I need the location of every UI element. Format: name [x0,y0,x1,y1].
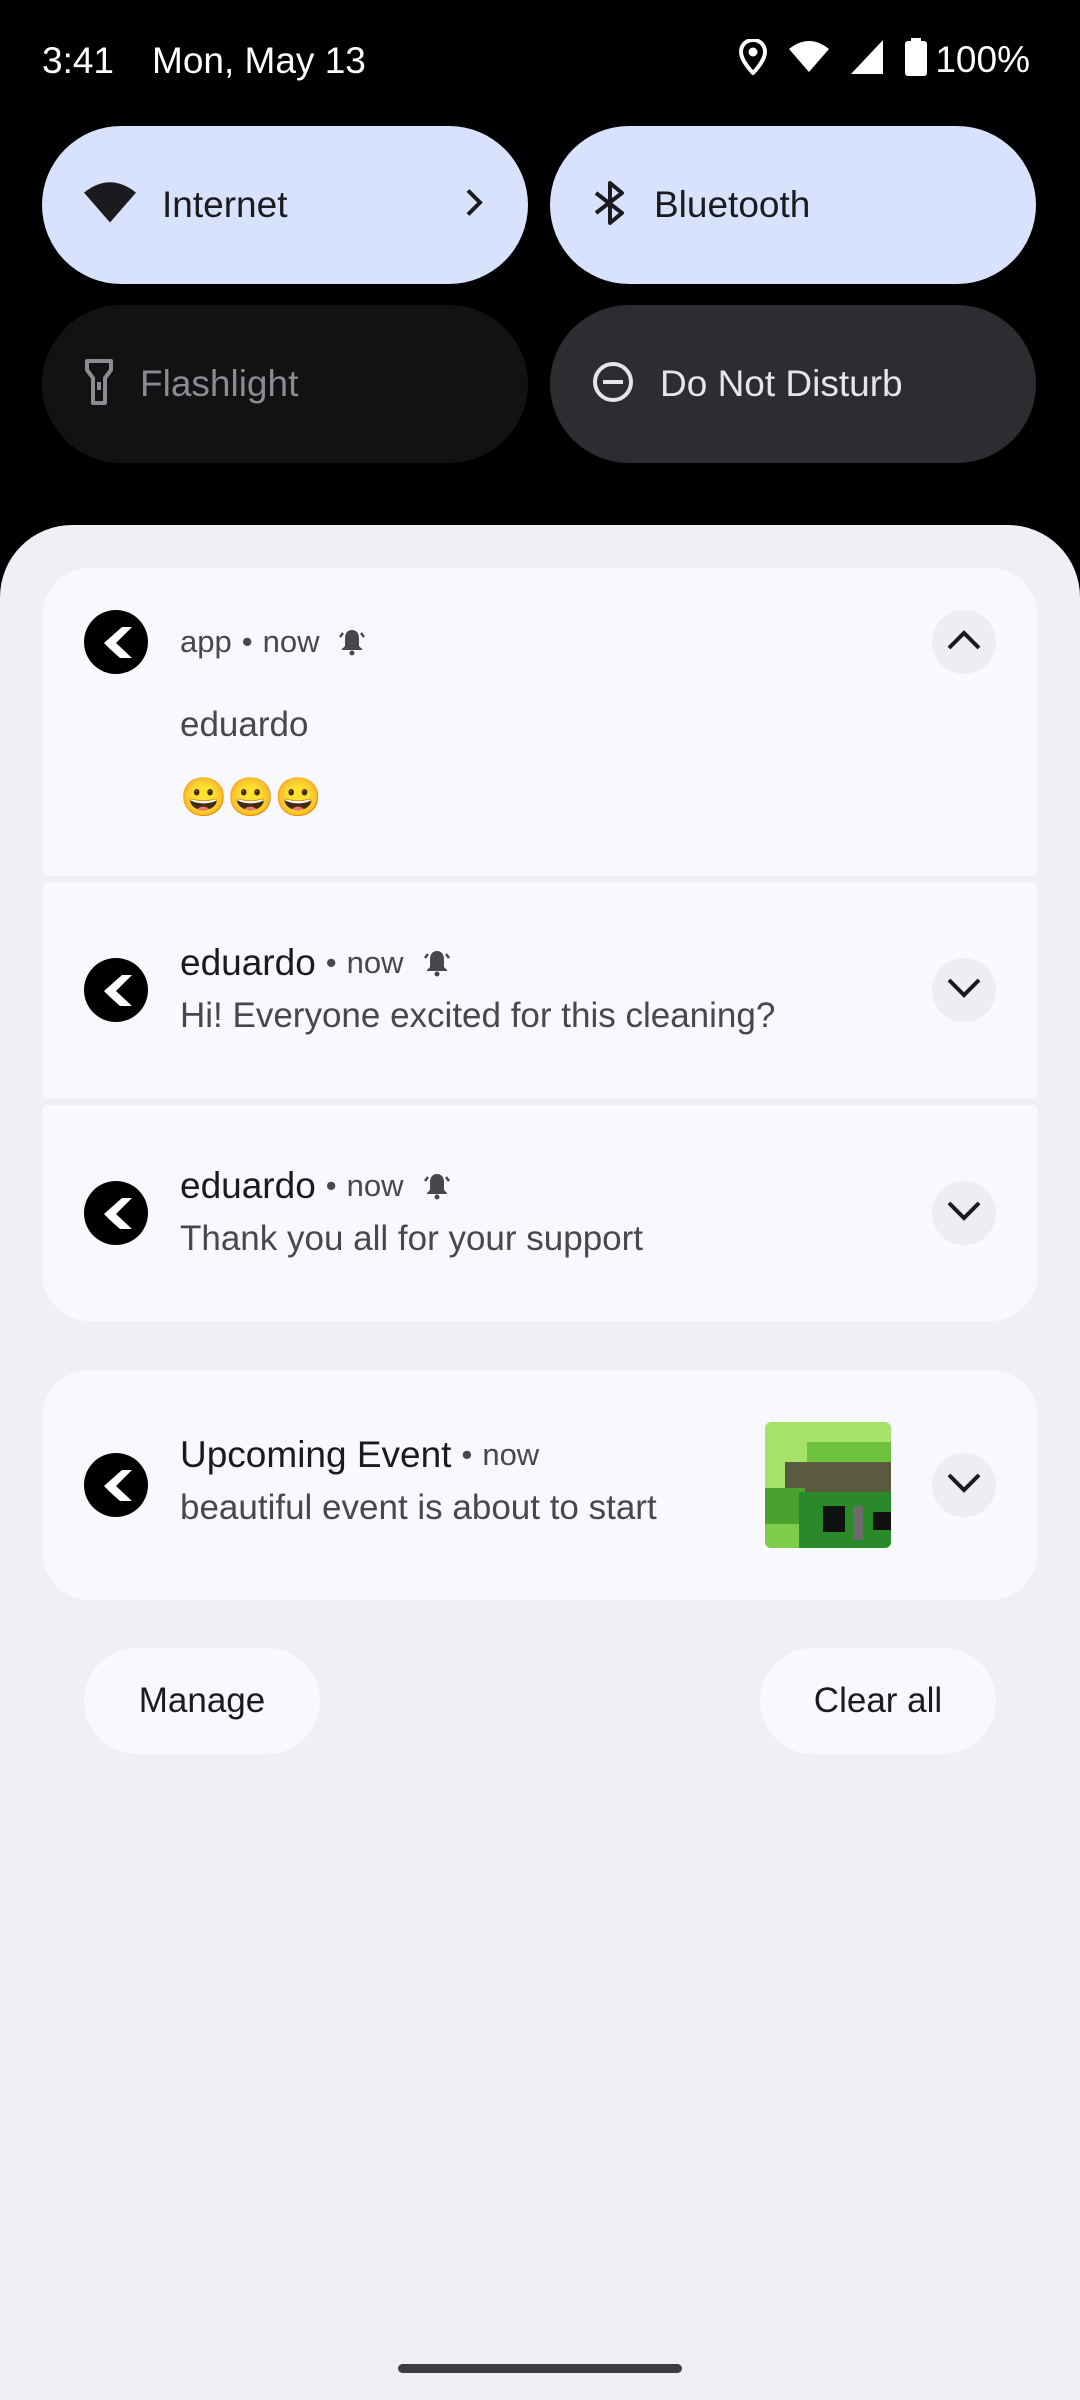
wifi-icon [84,181,136,229]
notification-title: Upcoming Event [180,1434,452,1475]
status-bar: 3:41 Mon, May 13 100% [0,0,1080,126]
bell-icon [422,948,452,978]
notification-meta: eduardo • now [180,942,452,984]
battery-percent: 100% [935,38,1030,80]
bell-icon [337,627,367,657]
tile-label: Do Not Disturb [660,363,903,404]
battery-icon [905,38,928,81]
chevron-down-icon [946,1472,982,1499]
tile-label: Bluetooth [654,184,811,225]
tile-do-not-disturb[interactable]: Do Not Disturb [550,305,1036,463]
status-icons: 100% [739,37,1030,81]
timestamp: now [346,1168,404,1203]
notification-item[interactable]: eduardo • now Thank you all for your sup… [42,1105,1038,1321]
bluetooth-icon [592,179,628,232]
timestamp: now [482,1437,540,1472]
bell-icon [422,1171,452,1201]
collapse-button[interactable] [932,610,996,674]
tile-flashlight[interactable]: Flashlight [42,305,528,463]
app-name: app [180,624,232,659]
expand-button[interactable] [932,1453,996,1517]
tile-internet[interactable]: Internet [42,126,528,284]
location-icon [739,37,768,80]
manage-button[interactable]: Manage [84,1648,320,1754]
notification-title: eduardo [180,942,316,983]
do-not-disturb-icon [592,361,634,408]
expand-button[interactable] [932,1181,996,1245]
app-icon [84,958,148,1022]
gesture-handle[interactable] [398,2364,682,2373]
clear-all-button[interactable]: Clear all [760,1648,996,1754]
date: Mon, May 13 [152,40,366,81]
tile-bluetooth[interactable]: Bluetooth [550,126,1036,284]
event-thumbnail [765,1422,891,1548]
notification-group-header[interactable]: app • now eduardo 😀😀😀 [42,568,1038,876]
notification-title: eduardo [180,705,309,744]
chevron-right-icon [464,188,484,223]
notification-item[interactable]: eduardo • now Hi! Everyone excited for t… [42,882,1038,1098]
app-icon [84,610,148,674]
notification-body: Hi! Everyone excited for this cleaning? [180,996,776,1035]
notification-meta: app • now [180,624,367,660]
notification-event[interactable]: Upcoming Event • now beautiful event is … [42,1370,1038,1600]
wifi-icon [789,41,830,78]
tile-label: Flashlight [140,363,299,404]
notification-body: 😀😀😀 [180,777,322,819]
chevron-down-icon [946,1200,982,1227]
notification-body: Thank you all for your support [180,1219,644,1258]
app-icon [84,1181,148,1245]
notification-body: beautiful event is about to start [180,1488,657,1527]
clock: 3:41 [42,40,115,81]
timestamp: now [262,624,320,659]
expand-button[interactable] [932,958,996,1022]
notification-title: eduardo [180,1165,316,1206]
timestamp: now [346,945,404,980]
tile-label: Internet [162,184,288,225]
notification-meta: eduardo • now [180,1165,452,1207]
signal-icon [851,40,884,79]
chevron-up-icon [946,629,982,656]
app-icon [84,1453,148,1517]
flashlight-icon [84,358,114,411]
notification-meta: Upcoming Event • now [180,1434,540,1475]
chevron-down-icon [946,977,982,1004]
